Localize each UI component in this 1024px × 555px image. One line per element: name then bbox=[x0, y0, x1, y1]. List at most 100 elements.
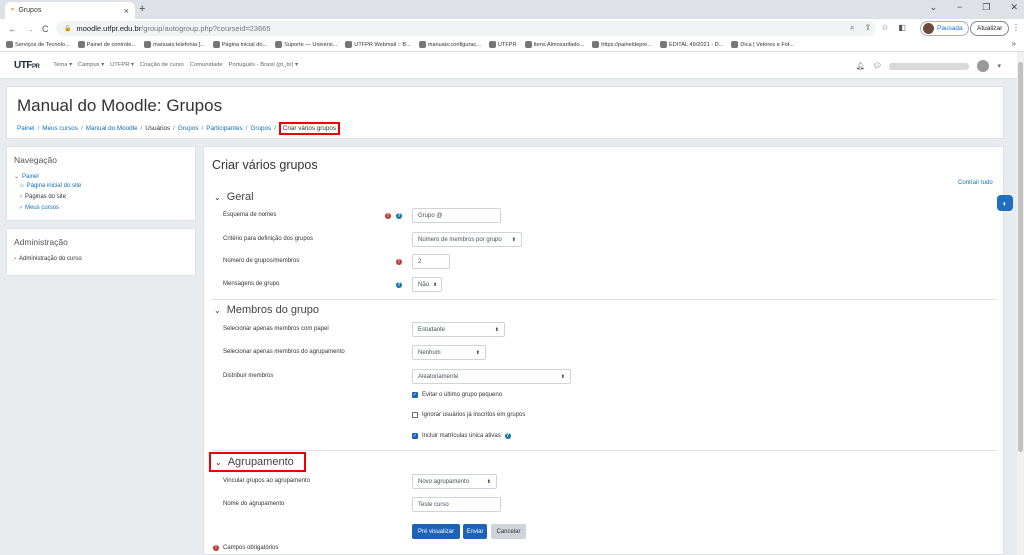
messages-icon[interactable]: 💬︎ bbox=[873, 62, 882, 70]
nav-item-painel[interactable]: ⌄ Painel bbox=[14, 173, 39, 180]
bookmark-item[interactable]: Página inicial do... bbox=[212, 41, 267, 48]
evitar-checkbox-row[interactable]: ✓ Evitar o último grupo pequeno bbox=[412, 392, 502, 398]
admin-item-curso[interactable]: › Administração do curso bbox=[14, 256, 82, 262]
chevron-right-icon: › bbox=[20, 205, 22, 211]
user-avatar[interactable] bbox=[977, 60, 990, 72]
section-geral-header[interactable]: ⌄ Geral bbox=[214, 191, 254, 203]
bookmark-label: manuais:telefonia [... bbox=[153, 41, 205, 48]
numero-input[interactable]: 2 bbox=[412, 254, 450, 269]
papel-select[interactable]: Estudante ⬍ bbox=[412, 322, 505, 337]
section-membros-header[interactable]: ⌄ Membros do grupo bbox=[214, 304, 319, 316]
bookmark-item[interactable]: https://paineldepre... bbox=[592, 41, 652, 48]
incluir-checkbox-row[interactable]: ✓ Incluir matrículas única ativas ? bbox=[412, 433, 511, 439]
chevron-down-icon: ⌄ bbox=[214, 305, 221, 315]
tab-search-icon[interactable]: ⌄ bbox=[930, 2, 938, 13]
breadcrumb-participantes[interactable]: Participantes bbox=[206, 125, 242, 132]
section-divider bbox=[212, 450, 997, 451]
bookmark-item[interactable]: Suporte — Universi... bbox=[275, 41, 337, 48]
close-window-icon[interactable]: ✕ bbox=[1010, 2, 1018, 13]
user-menu-chevron-icon[interactable]: ▾ bbox=[997, 62, 1001, 70]
share-icon[interactable]: ⇪ bbox=[864, 23, 871, 33]
update-button[interactable]: Atualizar bbox=[970, 21, 1010, 36]
profile-button[interactable]: Pausada bbox=[920, 21, 969, 36]
top-menu: Tema ▾ Campus ▾ UTFPR ▾ Criação de curso… bbox=[53, 62, 298, 68]
bookmark-item[interactable]: UTFPR bbox=[488, 41, 517, 48]
ignorar-checkbox-row[interactable]: Ignorar usuários já inscritos em grupos bbox=[412, 412, 525, 418]
bookmark-item[interactable]: Itens Almoxarifado... bbox=[524, 41, 584, 48]
esquema-input[interactable]: Grupo @ bbox=[412, 208, 501, 223]
close-tab-icon[interactable]: × bbox=[124, 6, 129, 16]
collapse-all-link[interactable]: Contrair tudo bbox=[958, 180, 993, 186]
incluir-checkbox[interactable]: ✓ bbox=[412, 433, 418, 439]
distribuir-value: Aleatoriamente bbox=[418, 373, 459, 380]
menu-language[interactable]: Português - Brasil (pt_br) ▾ bbox=[229, 62, 298, 68]
browser-menu-icon[interactable]: ⋮ bbox=[1012, 23, 1020, 32]
criterio-select[interactable]: Número de membros por grupo ⬍ bbox=[412, 232, 522, 247]
breadcrumb-separator: / bbox=[80, 125, 83, 132]
breadcrumb-curso[interactable]: Manual do Moodle bbox=[86, 125, 138, 132]
bookmark-favicon-icon bbox=[488, 41, 496, 48]
bookmark-item[interactable]: EDITAL 49/2021 - D... bbox=[659, 41, 723, 48]
nav-item-label: Páginas do site bbox=[25, 194, 67, 200]
section-membros-title: Membros do grupo bbox=[226, 304, 320, 316]
breadcrumb-painel[interactable]: Painel bbox=[17, 125, 35, 132]
accessibility-float-button[interactable]: ◐ bbox=[997, 195, 1013, 211]
bookmarks-more-icon[interactable]: » bbox=[1012, 39, 1016, 48]
preview-button[interactable]: Pré visualizar bbox=[412, 524, 460, 539]
bookmark-item[interactable]: Painel de controle... bbox=[77, 41, 137, 48]
nav-item-meus-cursos[interactable]: › Meus cursos bbox=[20, 205, 59, 211]
submit-button[interactable]: Enviar bbox=[463, 524, 487, 539]
breadcrumb-grupos[interactable]: Grupos bbox=[178, 125, 199, 132]
vincular-select[interactable]: Novo agrupamento ⬍ bbox=[412, 474, 497, 489]
menu-utfpr[interactable]: UTFPR ▾ bbox=[110, 62, 134, 68]
nome-agrupamento-input[interactable]: Teste curso bbox=[412, 497, 501, 512]
select-arrows-icon: ⬍ bbox=[494, 326, 499, 333]
bookmark-item[interactable]: Serviços de Tecnolo... bbox=[6, 41, 70, 48]
bookmark-item[interactable]: manuais:configurac... bbox=[418, 41, 481, 48]
menu-criacao-curso[interactable]: Criação de curso bbox=[140, 62, 184, 68]
user-name-blurred[interactable] bbox=[889, 62, 970, 70]
bookmark-item[interactable]: UTFPR Webmail :: B... bbox=[345, 41, 411, 48]
nav-item-paginas[interactable]: › Páginas do site bbox=[20, 194, 66, 200]
ignorar-checkbox[interactable] bbox=[412, 412, 418, 418]
section-agrupamento-header[interactable]: ⌄ Agrupamento bbox=[209, 452, 306, 472]
evitar-checkbox[interactable]: ✓ bbox=[412, 392, 418, 398]
menu-tema[interactable]: Tema ▾ bbox=[53, 62, 72, 68]
scrollbar-thumb[interactable] bbox=[1018, 62, 1023, 452]
browser-tab[interactable]: ᵐ Grupos × bbox=[5, 2, 135, 19]
minimize-icon[interactable]: − bbox=[957, 2, 962, 13]
bookmark-label: Painel de controle... bbox=[86, 41, 137, 48]
utfpr-logo[interactable]: UTFPR bbox=[14, 60, 40, 71]
help-icon[interactable]: ? bbox=[396, 282, 402, 288]
help-icon[interactable]: ? bbox=[504, 433, 511, 439]
sidepanel-icon[interactable]: ◧ bbox=[898, 23, 906, 33]
menu-campus[interactable]: Campus ▾ bbox=[78, 62, 104, 68]
cancel-button[interactable]: Cancelar bbox=[491, 524, 526, 539]
bookmark-item[interactable]: Dica | Vetores e Fot... bbox=[731, 41, 794, 48]
notification-bell-icon[interactable]: 🔔︎ bbox=[856, 62, 865, 70]
reload-icon[interactable]: C bbox=[42, 24, 49, 34]
distribuir-select[interactable]: Aleatoriamente ⬍ bbox=[412, 369, 571, 384]
agrupamento-sel-select[interactable]: Nenhum ⬍ bbox=[412, 345, 486, 360]
breadcrumb-grupos-2[interactable]: Grupos bbox=[250, 125, 271, 132]
papel-label: Selecionar apenas membros com papel bbox=[223, 326, 329, 332]
help-icon[interactable]: ? bbox=[396, 213, 402, 219]
zoom-icon[interactable]: ⌕ bbox=[850, 23, 854, 33]
mensagens-select[interactable]: Não ⬍ bbox=[412, 277, 442, 292]
breadcrumb-meus-cursos[interactable]: Meus cursos bbox=[42, 125, 78, 132]
url-input[interactable]: 🔒 moodle.utfpr.edu.br /group/autogroup.p… bbox=[56, 21, 876, 36]
url-icons: ⌕ ⇪ ☆ ◧ bbox=[850, 23, 906, 33]
nav-item-label: Painel bbox=[22, 174, 39, 180]
forward-icon[interactable]: → bbox=[25, 24, 34, 34]
new-tab-button[interactable]: + bbox=[139, 3, 145, 15]
nome-agrupamento-label: Nome do agrupamento bbox=[223, 501, 285, 507]
back-icon[interactable]: ← bbox=[8, 24, 17, 34]
bookmark-label: Serviços de Tecnolo... bbox=[15, 41, 70, 48]
restore-icon[interactable]: ❐ bbox=[982, 2, 990, 13]
bookmark-item[interactable]: manuais:telefonia [... bbox=[144, 41, 205, 48]
mensagens-value: Não bbox=[418, 281, 430, 288]
bookmark-star-icon[interactable]: ☆ bbox=[881, 23, 888, 33]
evitar-label: Evitar o último grupo pequeno bbox=[422, 392, 503, 398]
nav-item-home[interactable]: ⌂ Página inicial do site bbox=[20, 183, 81, 189]
menu-comunidade[interactable]: Comunidade bbox=[190, 62, 223, 68]
